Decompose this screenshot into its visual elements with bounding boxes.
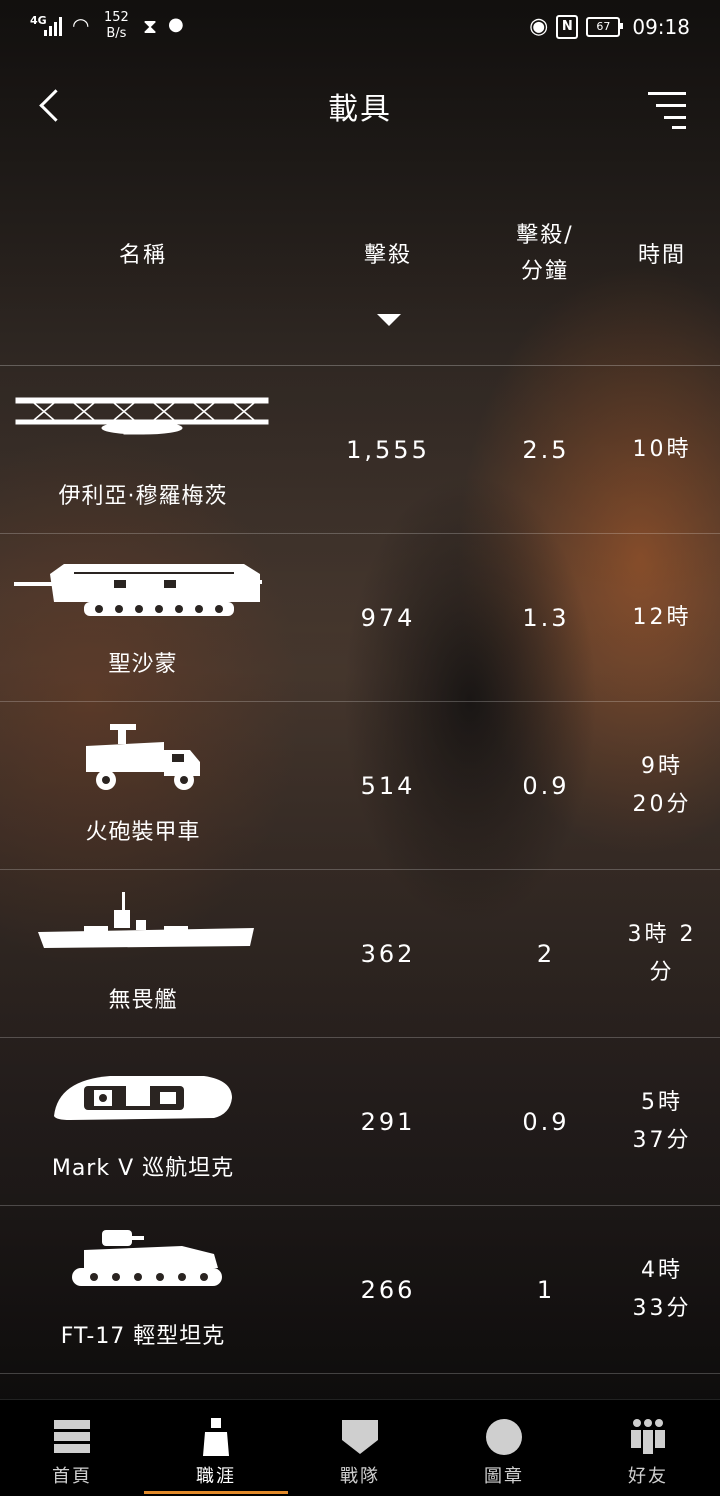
- hourglass-icon: ⧗: [143, 14, 158, 38]
- emblem-icon: [486, 1419, 522, 1455]
- time-value: 9時 20分: [632, 753, 692, 817]
- table-row[interactable]: 無畏艦 362 2 3時 2 分: [0, 870, 720, 1038]
- nav-item-home[interactable]: 首頁: [0, 1400, 144, 1496]
- bottom-nav: 首頁 職涯 戰隊 圖章 好友: [0, 1399, 720, 1496]
- app-header: 載具: [0, 56, 720, 156]
- nav-label: 圖章: [484, 1466, 524, 1487]
- nav-label: 戰隊: [340, 1466, 380, 1487]
- column-header-kills[interactable]: 擊殺: [308, 238, 468, 274]
- wifi-icon: ◠: [72, 13, 90, 37]
- bomber-plane-icon: [15, 397, 269, 435]
- kpm-value: 0.9: [522, 771, 570, 800]
- sort-descending-icon: [377, 314, 401, 326]
- nfc-icon: N: [556, 14, 579, 39]
- nav-label: 職涯: [196, 1466, 236, 1487]
- battery-icon: 67: [586, 16, 624, 37]
- vehicle-name: 火砲裝甲車: [85, 820, 201, 845]
- time-value: 4時 33分: [632, 1257, 692, 1321]
- kills-value: 514: [360, 771, 416, 800]
- home-icon: [54, 1420, 90, 1453]
- kpm-value: 1: [536, 1275, 556, 1304]
- page-title: 載具: [328, 92, 392, 127]
- network-speed: 152 B/s: [104, 10, 129, 41]
- table-row[interactable]: FT-17 輕型坦克 266 1 4時 33分: [0, 1206, 720, 1374]
- vehicle-name: FT-17 輕型坦克: [60, 1324, 226, 1349]
- eye-comfort-icon: ◉: [529, 14, 549, 39]
- kills-value: 266: [360, 1275, 416, 1304]
- vehicle-name: 伊利亞·穆羅梅茨: [58, 484, 228, 509]
- time-value: 10時: [632, 436, 692, 462]
- kills-value: 291: [360, 1107, 416, 1136]
- column-header-name[interactable]: 名稱: [0, 238, 286, 274]
- platoon-icon: [342, 1420, 378, 1454]
- table-header: 名稱 擊殺 擊殺/ 分鐘 時間: [0, 210, 720, 366]
- vehicle-list: 伊利亞·穆羅梅茨 1,555 2.5 10時 聖沙蒙 974 1.3 12時 火…: [0, 366, 720, 1374]
- nav-item-friends[interactable]: 好友: [576, 1400, 720, 1496]
- wechat-icon: ●: [168, 14, 184, 35]
- vehicle-name: Mark V 巡航坦克: [51, 1156, 235, 1181]
- landship-tank-icon: [54, 1076, 232, 1120]
- table-row[interactable]: Mark V 巡航坦克 291 0.9 5時 37分: [0, 1038, 720, 1206]
- table-row[interactable]: 聖沙蒙 974 1.3 12時: [0, 534, 720, 702]
- time-value: 3時 2 分: [627, 921, 697, 985]
- kills-value: 362: [360, 939, 416, 968]
- light-tank-icon: [72, 1230, 222, 1286]
- column-header-kpm[interactable]: 擊殺/ 分鐘: [470, 218, 620, 290]
- nav-item-career[interactable]: 職涯: [144, 1400, 288, 1496]
- nav-item-emblems[interactable]: 圖章: [432, 1400, 576, 1496]
- table-row[interactable]: 伊利亞·穆羅梅茨 1,555 2.5 10時: [0, 366, 720, 534]
- friends-icon: [631, 1419, 665, 1454]
- column-header-time[interactable]: 時間: [610, 238, 714, 274]
- kpm-value: 0.9: [522, 1107, 570, 1136]
- signal-icon: [44, 16, 66, 36]
- table-row[interactable]: 火砲裝甲車 514 0.9 9時 20分: [0, 702, 720, 870]
- time-value: 12時: [632, 604, 692, 630]
- heavy-tank-icon: [14, 564, 262, 616]
- kills-value: 1,555: [346, 435, 430, 464]
- kpm-value: 2.5: [522, 435, 570, 464]
- career-icon: [203, 1418, 229, 1456]
- battleship-icon: [38, 892, 254, 948]
- nav-label: 好友: [628, 1466, 668, 1487]
- clock: 09:18: [632, 14, 690, 39]
- vehicle-name: 聖沙蒙: [108, 652, 178, 677]
- kpm-value: 1.3: [522, 603, 570, 632]
- nav-label: 首頁: [52, 1466, 92, 1487]
- armored-truck-icon: [86, 724, 200, 790]
- kpm-value: 2: [536, 939, 556, 968]
- kills-value: 974: [360, 603, 416, 632]
- vehicle-name: 無畏艦: [108, 988, 178, 1013]
- time-value: 5時 37分: [632, 1089, 692, 1153]
- status-bar: 4G ◠ 152 B/s ⧗ ● ◉ N 67 09:18: [0, 0, 720, 56]
- nav-item-platoon[interactable]: 戰隊: [288, 1400, 432, 1496]
- sort-menu-button[interactable]: [648, 90, 686, 129]
